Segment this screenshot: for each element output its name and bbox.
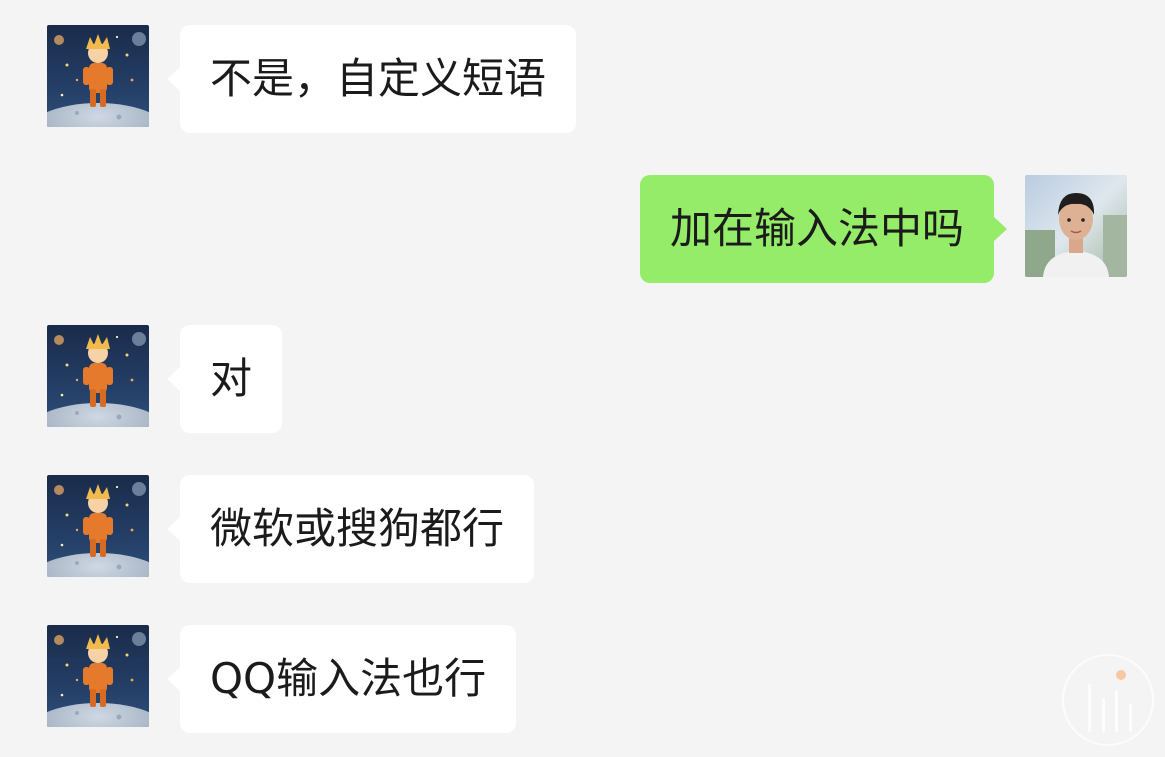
message-bubble-incoming[interactable]: 对 xyxy=(166,325,283,433)
message-bubble-incoming[interactable]: 不是，自定义短语 xyxy=(166,25,577,133)
message-row: 不是，自定义短语 xyxy=(0,25,1165,133)
message-bubble-outgoing[interactable]: 加在输入法中吗 xyxy=(639,175,1008,283)
message-row: 加在输入法中吗 xyxy=(0,175,1165,283)
contact-avatar[interactable] xyxy=(47,25,149,127)
chat-message-list[interactable]: 不是，自定义短语 加在输入法中吗 对 微软或搜狗都行 QQ输入法也行 xyxy=(0,0,1165,757)
message-bubble-incoming[interactable]: QQ输入法也行 xyxy=(166,625,517,733)
message-bubble-incoming[interactable]: 微软或搜狗都行 xyxy=(166,475,535,583)
message-row: QQ输入法也行 xyxy=(0,625,1165,733)
contact-avatar[interactable] xyxy=(47,325,149,427)
little-prince-avatar-icon xyxy=(47,475,149,577)
my-avatar[interactable] xyxy=(1025,175,1127,277)
contact-avatar[interactable] xyxy=(47,625,149,727)
watermark-logo-icon xyxy=(1062,654,1154,746)
message-row: 对 xyxy=(0,325,1165,433)
contact-avatar[interactable] xyxy=(47,475,149,577)
little-prince-avatar-icon xyxy=(47,25,149,127)
message-row: 微软或搜狗都行 xyxy=(0,475,1165,583)
little-prince-avatar-icon xyxy=(47,325,149,427)
little-prince-avatar-icon xyxy=(47,625,149,727)
user-photo-avatar-icon xyxy=(1025,175,1127,277)
